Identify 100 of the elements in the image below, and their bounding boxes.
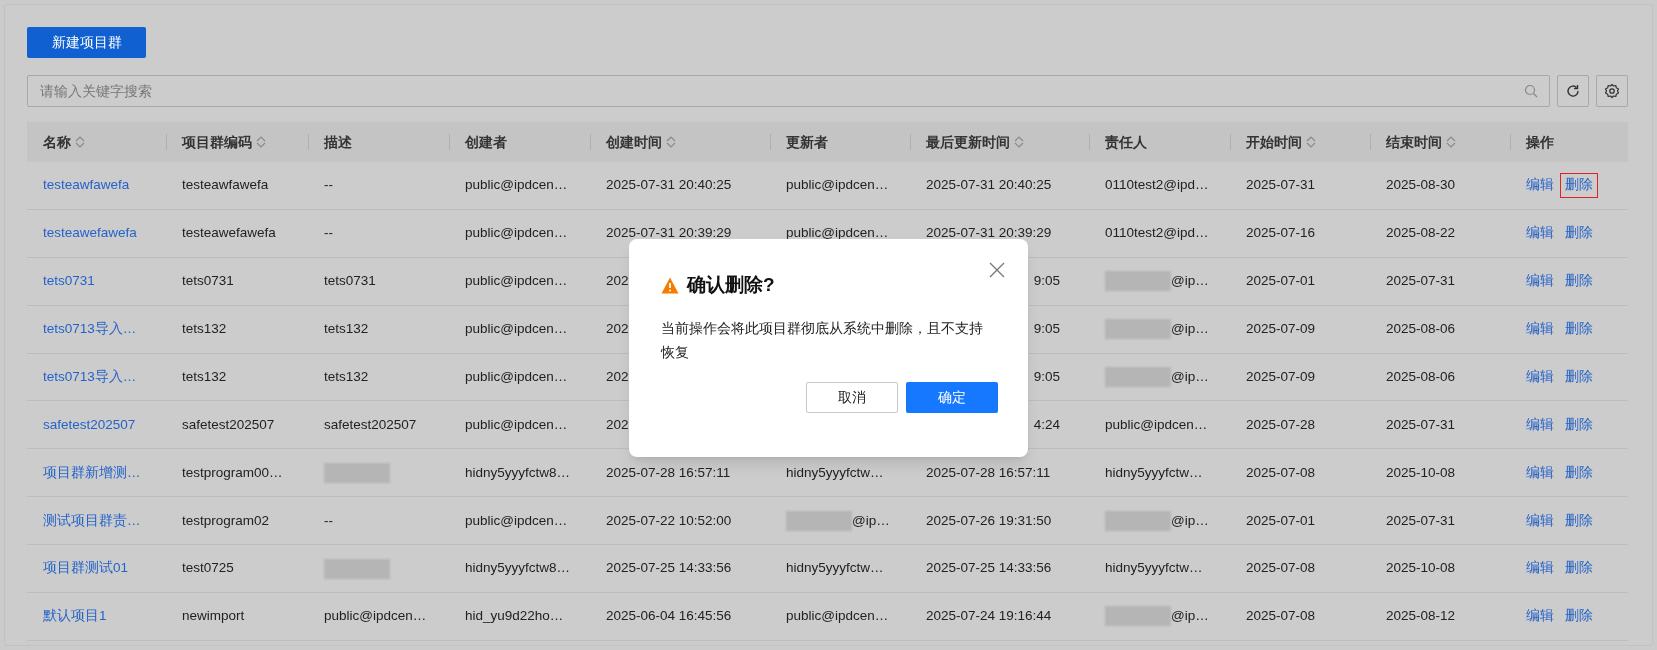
- table-cell-text: 202: [606, 320, 629, 338]
- project-name-link[interactable]: 默认项目1: [43, 606, 107, 627]
- edit-link[interactable]: 编辑: [1526, 510, 1554, 531]
- edit-link[interactable]: 编辑: [1526, 319, 1554, 340]
- project-name-link[interactable]: safetest202507: [43, 414, 136, 435]
- table-cell-text: hidny5yyyfctw…: [1105, 559, 1203, 578]
- column-header[interactable]: 开始时间: [1246, 131, 1316, 153]
- delete-link[interactable]: 删除: [1560, 221, 1598, 246]
- table-cell-text: tets0731: [182, 272, 234, 291]
- table-cell-text: 2025-07-31: [1246, 176, 1316, 195]
- table-cell-text: hidny5yyyfctw…: [786, 559, 884, 578]
- table-cell-text: 2025-07-09: [1246, 320, 1316, 338]
- delete-link[interactable]: 删除: [1560, 364, 1598, 390]
- warning-icon: [661, 276, 679, 294]
- delete-link[interactable]: 删除: [1560, 173, 1598, 198]
- table-cell-text: 2025-07-31: [1386, 272, 1456, 291]
- table-cell-text: 2025-08-06: [1386, 320, 1456, 338]
- table-cell-text: 2025-07-01: [1246, 272, 1316, 291]
- project-name-link[interactable]: tets0713导入…: [43, 366, 137, 388]
- edit-link[interactable]: 编辑: [1526, 175, 1554, 196]
- refresh-button[interactable]: [1557, 75, 1589, 107]
- table-cell-text: tets0731: [324, 272, 376, 291]
- delete-link[interactable]: 删除: [1560, 604, 1598, 629]
- table-cell-text: 202: [606, 272, 629, 291]
- table-cell-text: hidny5yyyfctw8…: [465, 463, 571, 482]
- sort-icon[interactable]: [1306, 135, 1316, 149]
- close-icon: [989, 262, 1005, 278]
- project-name-link[interactable]: 测试项目群责…: [43, 510, 141, 531]
- settings-button[interactable]: [1596, 75, 1628, 107]
- table-cell-text: tets132: [324, 320, 369, 338]
- table-cell-text: 2025-10-08: [1386, 463, 1456, 482]
- table-cell-text: public@ipdcen…: [465, 367, 568, 386]
- table-cell-text: @ip…: [1171, 320, 1209, 338]
- table-cell-text: 2025-07-31 20:40:25: [926, 176, 1052, 195]
- table-cell-text: public@ipdcen…: [786, 224, 889, 243]
- table-cell-text: hid_yu9d22ho…: [465, 607, 564, 626]
- delete-link[interactable]: 删除: [1560, 508, 1598, 533]
- edit-link[interactable]: 编辑: [1526, 366, 1554, 388]
- delete-link[interactable]: 删除: [1560, 556, 1598, 581]
- column-header: 更新者: [786, 132, 828, 152]
- table-cell-text: hidny5yyyfctw…: [786, 463, 884, 482]
- table-cell-text: 202: [606, 367, 629, 386]
- table-cell-text: testeawefawefa: [182, 224, 276, 243]
- sort-icon[interactable]: [256, 135, 266, 149]
- sort-icon[interactable]: [75, 135, 85, 149]
- project-name-link[interactable]: testeawefawefa: [43, 223, 137, 244]
- project-name-link[interactable]: testeawfawefa: [43, 175, 130, 196]
- edit-link[interactable]: 编辑: [1526, 606, 1554, 627]
- close-button[interactable]: [988, 261, 1006, 279]
- table-cell-text: 9:05: [1033, 367, 1060, 386]
- dialog-title: 确认删除?: [687, 273, 775, 297]
- table-cell-text: @ip…: [1171, 511, 1209, 530]
- table-cell-text: 2025-07-31 20:39:29: [606, 224, 732, 243]
- table-cell-text: --: [324, 511, 333, 530]
- table-cell-text: 9:05: [1033, 272, 1060, 291]
- column-header[interactable]: 结束时间: [1386, 131, 1456, 153]
- column-header[interactable]: 项目群编码: [182, 131, 266, 153]
- column-header: 操作: [1526, 132, 1554, 152]
- table-cell-text: 2025-07-25 14:33:56: [606, 559, 732, 578]
- table-cell-text: 2025-07-25 14:33:56: [926, 559, 1052, 578]
- project-name-link[interactable]: 项目群测试01: [43, 558, 129, 579]
- table-cell-text: 2025-07-28 16:57:11: [926, 463, 1051, 482]
- table-cell-text: 2025-07-31 20:40:25: [606, 176, 732, 195]
- sort-icon[interactable]: [666, 135, 676, 149]
- table-cell-text: public@ipdcen…: [465, 511, 568, 530]
- search-field[interactable]: 请输入关键字搜索: [27, 75, 1550, 107]
- delete-link[interactable]: 删除: [1560, 269, 1598, 294]
- table-cell-text: hidny5yyyfctw…: [1105, 463, 1203, 482]
- table-cell-text: public@ipdcen…: [324, 607, 427, 626]
- table-cell-text: 9:05: [1033, 320, 1060, 338]
- edit-link[interactable]: 编辑: [1526, 558, 1554, 579]
- sort-icon[interactable]: [1446, 135, 1456, 149]
- column-header[interactable]: 名称: [43, 131, 85, 153]
- cancel-button[interactable]: 取消: [806, 381, 898, 413]
- table-cell-text: 2025-08-22: [1386, 224, 1456, 243]
- column-header: 责任人: [1105, 132, 1147, 152]
- create-project-group-button[interactable]: 新建项目群: [27, 27, 146, 58]
- table-cell-text: --: [324, 176, 333, 195]
- table-cell-text: public@ipdcen…: [465, 176, 568, 195]
- edit-link[interactable]: 编辑: [1526, 462, 1554, 483]
- table-cell-text: safetest202507: [324, 415, 417, 434]
- confirm-button[interactable]: 确定: [906, 381, 998, 413]
- sort-icon[interactable]: [1014, 135, 1024, 149]
- table-cell-text: public@ipdcen…: [465, 320, 568, 338]
- table-cell-text: 2025-07-28 16:57:11: [606, 463, 731, 482]
- table-cell-text: 2025-07-31 20:39:29: [926, 224, 1052, 243]
- project-name-link[interactable]: 项目群新增测…: [43, 462, 141, 483]
- table-cell-text: 0110test2@ipd…: [1105, 224, 1209, 243]
- edit-link[interactable]: 编辑: [1526, 223, 1554, 244]
- column-header[interactable]: 创建时间: [606, 131, 676, 153]
- table-cell-text: public@ipdcen…: [465, 415, 568, 434]
- project-name-link[interactable]: tets0731: [43, 271, 95, 292]
- delete-link[interactable]: 删除: [1560, 460, 1598, 485]
- delete-link[interactable]: 删除: [1560, 317, 1598, 342]
- edit-link[interactable]: 编辑: [1526, 271, 1554, 292]
- project-name-link[interactable]: tets0713导入…: [43, 319, 137, 340]
- table-cell-text: 2025-07-28: [1246, 415, 1316, 434]
- delete-link[interactable]: 删除: [1560, 412, 1598, 437]
- column-header[interactable]: 最后更新时间: [926, 131, 1024, 153]
- edit-link[interactable]: 编辑: [1526, 414, 1554, 435]
